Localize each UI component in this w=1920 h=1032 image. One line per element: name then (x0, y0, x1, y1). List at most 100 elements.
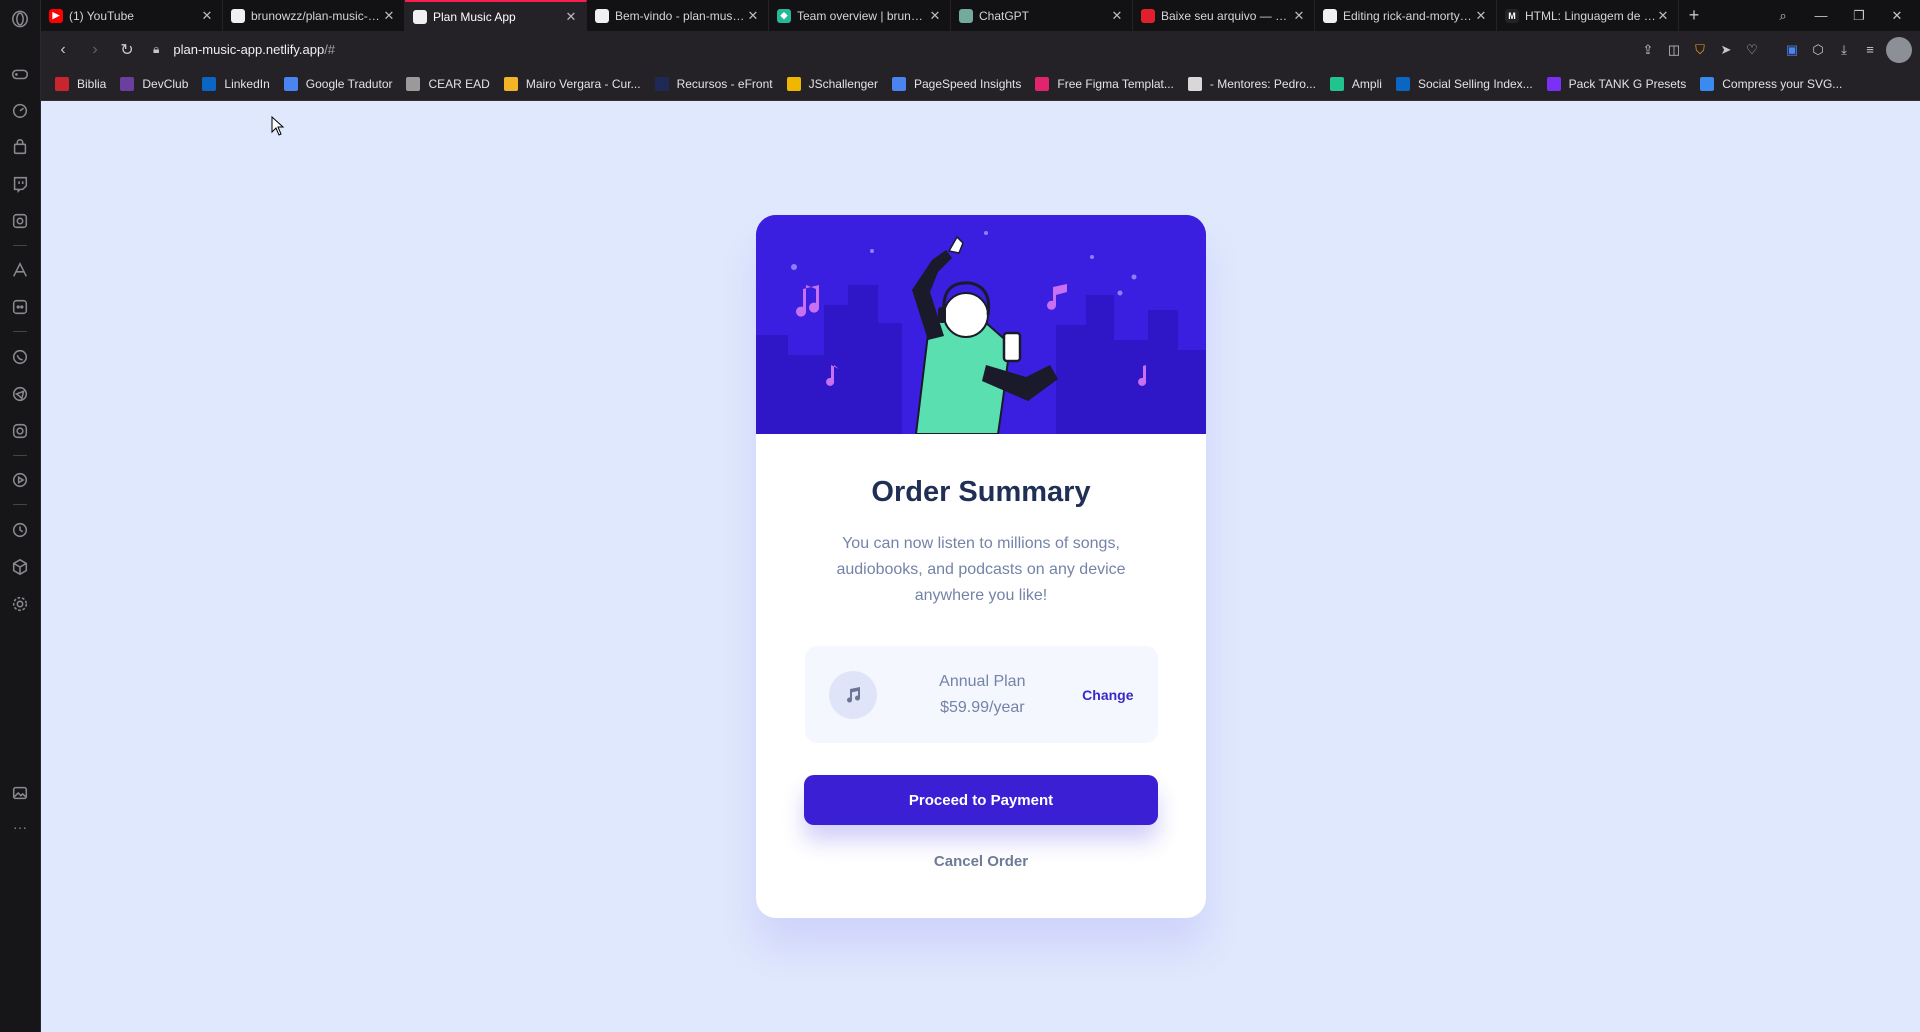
history-icon[interactable] (10, 520, 30, 540)
bookmark-item[interactable]: Pack TANK G Presets (1546, 77, 1686, 91)
bookmark-favicon-icon (786, 77, 801, 91)
bookmark-favicon-icon (406, 77, 421, 91)
box-icon[interactable]: ⬡ (1808, 40, 1828, 60)
messenger-icon[interactable] (10, 211, 30, 231)
browser-tab[interactable]: Bem-vindo - plan-music-app✕ (587, 0, 769, 31)
browser-tab[interactable]: brunowzz/plan-music-app ✕ (223, 0, 405, 31)
back-arrow-icon[interactable]: ‹ (47, 35, 79, 65)
bookmark-item[interactable]: Recursos - eFront (654, 77, 773, 91)
camera-icon[interactable]: ◫ (1664, 40, 1684, 60)
browser-tab[interactable]: Plan Music App ✕ (405, 0, 587, 31)
order-summary-card: Order Summary You can now listen to mill… (756, 215, 1206, 918)
tab-search-icon[interactable]: ⌕ (1766, 0, 1800, 31)
tab-close-icon[interactable]: ✕ (382, 8, 396, 24)
send-icon[interactable]: ➤ (1716, 40, 1736, 60)
gamepad-icon[interactable] (10, 64, 30, 84)
restore-icon[interactable]: ❐ (1842, 0, 1876, 31)
change-plan-link[interactable]: Change (1082, 687, 1133, 703)
bookmark-item[interactable]: PageSpeed Insights (891, 77, 1021, 91)
new-tab-button[interactable]: + (1679, 0, 1709, 31)
heart-icon[interactable]: ♡ (1742, 40, 1762, 60)
bookmark-item[interactable]: Free Figma Templat... (1035, 77, 1174, 91)
tab-title: HTML: Linguagem de Marcação (1525, 8, 1656, 23)
forward-arrow-icon[interactable]: › (79, 35, 111, 65)
minimize-icon[interactable]: — (1804, 0, 1838, 31)
card-title: Order Summary (871, 476, 1091, 508)
bookmark-item[interactable]: Google Tradutor (283, 77, 393, 91)
lock-icon[interactable]: 🔒︎ (153, 42, 159, 57)
tab-close-icon[interactable]: ✕ (1656, 8, 1670, 24)
tab-close-icon[interactable]: ✕ (1474, 8, 1488, 24)
bookmark-item[interactable]: Ampli (1329, 77, 1382, 91)
aria-icon[interactable] (10, 260, 30, 280)
tab-close-icon[interactable]: ✕ (200, 8, 214, 24)
tab-favicon-icon: ◆ (777, 8, 791, 23)
menu-icon[interactable]: ≡ (1860, 40, 1880, 60)
instagram-icon[interactable] (10, 421, 30, 441)
twitch-icon[interactable] (10, 174, 30, 194)
opera-logo-icon[interactable] (10, 9, 30, 29)
bookmark-label: JSchallenger (808, 77, 878, 91)
tab-close-icon[interactable]: ✕ (564, 9, 578, 25)
bag-icon[interactable] (10, 137, 30, 157)
translate-icon[interactable]: ▣ (1782, 40, 1802, 60)
browser-tab[interactable]: M HTML: Linguagem de Marcação✕ (1497, 0, 1679, 31)
player-icon[interactable] (10, 470, 30, 490)
tab-favicon-icon (413, 9, 427, 24)
bookmark-item[interactable]: Social Selling Index... (1395, 77, 1533, 91)
profile-avatar[interactable] (1886, 36, 1912, 63)
download-icon[interactable]: ⤓ (1834, 40, 1854, 60)
whatsapp-icon[interactable] (10, 347, 30, 367)
wallpaper-icon[interactable] (10, 783, 30, 803)
bookmark-favicon-icon (120, 77, 135, 91)
proceed-to-payment-button[interactable]: Proceed to Payment (804, 775, 1158, 825)
tab-title: Baixe seu arquivo — Convertio (1161, 8, 1292, 23)
tab-favicon-icon: M (1505, 8, 1519, 23)
more-dots-icon[interactable]: ··· (10, 817, 30, 837)
bookmark-item[interactable]: Compress your SVG... (1700, 77, 1842, 91)
bookmark-item[interactable]: DevClub (120, 77, 188, 91)
tab-title: brunowzz/plan-music-app (251, 8, 382, 23)
reload-icon[interactable]: ↻ (111, 35, 143, 65)
tab-favicon-icon (959, 8, 973, 23)
url-text[interactable]: plan-music-app.netlify.app/# (173, 42, 335, 57)
plan-price: $59.99/year (940, 698, 1025, 716)
address-bar: ‹ › ↻ 🔒︎ plan-music-app.netlify.app/# ⇪ … (41, 31, 1920, 68)
adblock-shield-icon[interactable]: ⛉ (1690, 40, 1710, 60)
extensions-icon[interactable] (10, 557, 30, 577)
bookmark-item[interactable]: LinkedIn (202, 77, 270, 91)
bookmark-item[interactable]: - Mentores: Pedro... (1187, 77, 1316, 91)
browser-tab[interactable]: ChatGPT ✕ (951, 0, 1133, 31)
browser-tab[interactable]: Editing rick-and-morty/README✕ (1315, 0, 1497, 31)
bookmark-item[interactable]: JSchallenger (786, 77, 878, 91)
bookmark-item[interactable]: CEAR EAD (406, 77, 490, 91)
bookmark-label: Google Tradutor (305, 77, 393, 91)
sidebar-divider (13, 504, 27, 505)
speedometer-icon[interactable] (10, 100, 30, 120)
close-window-icon[interactable]: ✕ (1880, 0, 1914, 31)
tab-title: Editing rick-and-morty/README (1343, 8, 1474, 23)
discord-icon[interactable] (10, 297, 30, 317)
tab-title: ChatGPT (979, 8, 1030, 23)
url-field[interactable]: 🔒︎ plan-music-app.netlify.app/# (153, 36, 1638, 64)
browser-tab[interactable]: ▶ (1) YouTube ✕ (41, 0, 223, 31)
tab-title: (1) YouTube (69, 8, 134, 23)
share-icon[interactable]: ⇪ (1638, 40, 1658, 60)
tab-close-icon[interactable]: ✕ (1292, 8, 1306, 24)
browser-tab[interactable]: Baixe seu arquivo — Convertio✕ (1133, 0, 1315, 31)
tab-favicon-icon (231, 8, 245, 23)
hero-illustration (756, 215, 1206, 434)
settings-gear-icon[interactable] (10, 594, 30, 614)
tab-close-icon[interactable]: ✕ (1110, 8, 1124, 24)
cancel-order-button[interactable]: Cancel Order (934, 853, 1028, 870)
tab-close-icon[interactable]: ✕ (746, 8, 760, 24)
plan-box: Annual Plan $59.99/year Change (804, 646, 1158, 743)
url-host: plan-music-app.netlify.app (173, 42, 325, 57)
tab-favicon-icon: ▶ (49, 8, 63, 23)
tab-close-icon[interactable]: ✕ (928, 8, 942, 24)
telegram-icon[interactable] (10, 384, 30, 404)
bookmark-item[interactable]: Mairo Vergara - Cur... (503, 77, 641, 91)
browser-tab[interactable]: ◆ Team overview | brunowzz ✕ (769, 0, 951, 31)
sidebar-divider (13, 331, 27, 332)
bookmark-item[interactable]: Biblia (55, 77, 106, 91)
